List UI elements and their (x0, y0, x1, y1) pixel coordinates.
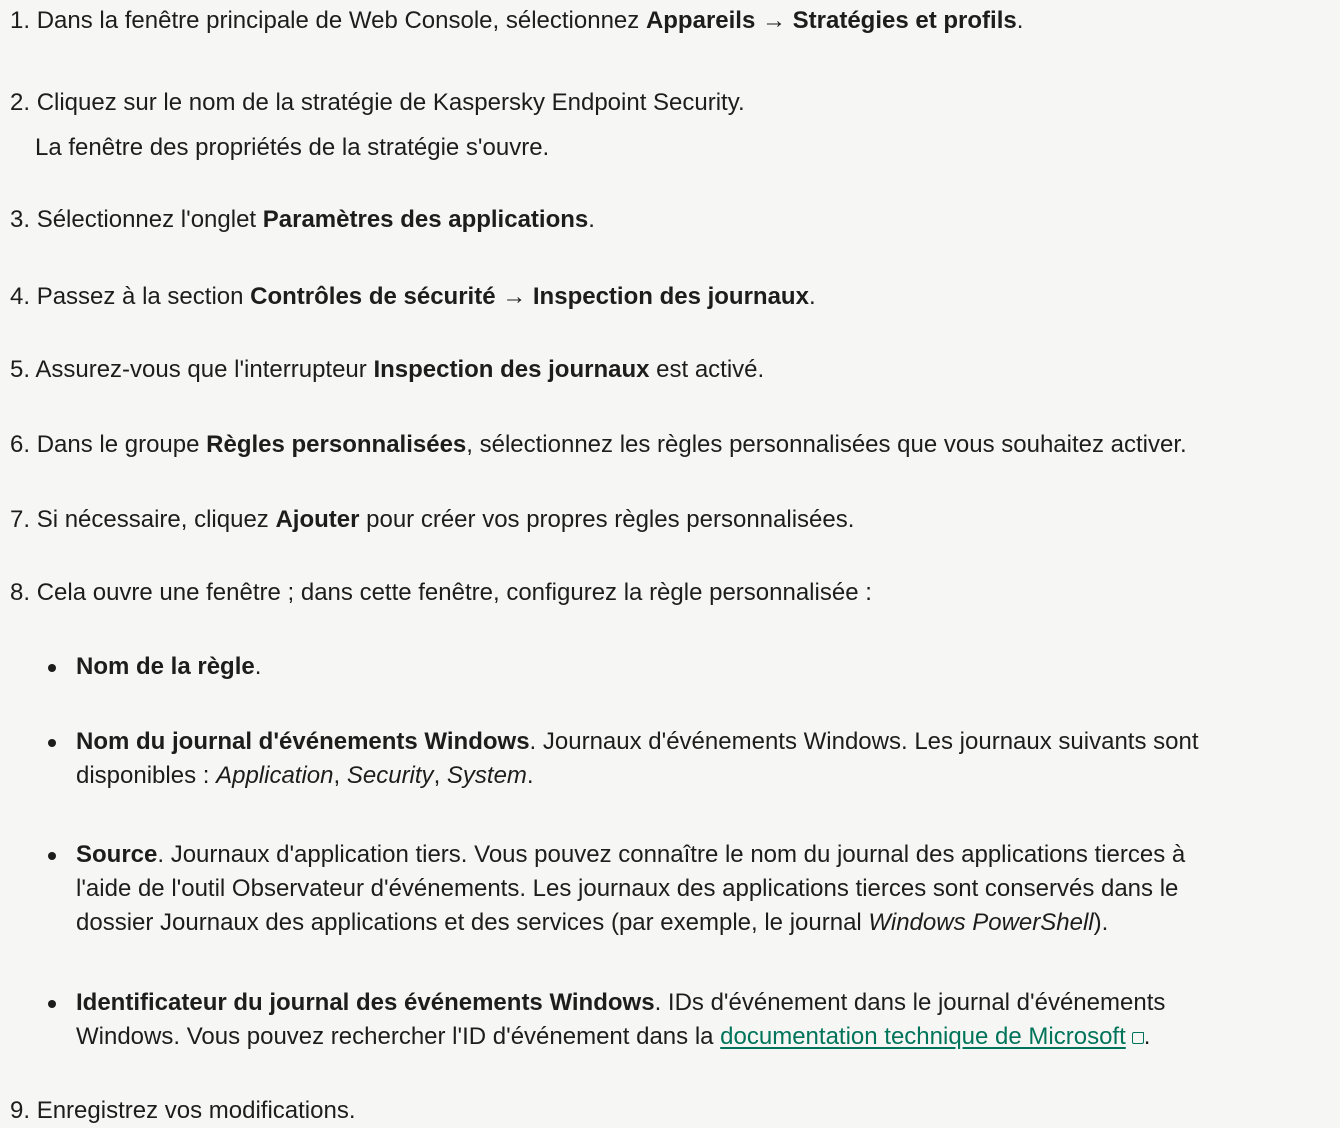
step-5: 5. Assurez-vous que l'interrupteur Inspe… (10, 356, 765, 383)
subsection-name: Inspection des journaux (532, 283, 809, 310)
step-8: 8. Cela ouvre une fenêtre ; dans cette f… (10, 579, 872, 606)
add-button-name: Ajouter (275, 506, 360, 533)
step-1: 1. Dans la fenêtre principale de Web Con… (10, 7, 1024, 34)
section-name: Contrôles de sécurité (250, 283, 496, 310)
bullet-dot (48, 852, 56, 860)
step-9: 9. Enregistrez vos modifications. (10, 1097, 356, 1124)
list-item-event-log-name: Nom du journal d'événements Windows. Jou… (48, 725, 1338, 793)
list-item-source: Source. Journaux d'application tiers. Vo… (48, 838, 1338, 940)
bullet-dot (48, 739, 56, 747)
microsoft-docs-link[interactable]: documentation technique de Microsoft (720, 1023, 1126, 1050)
procedure-page: 1. Dans la fenêtre principale de Web Con… (0, 0, 1340, 1124)
list-item-rule-name: Nom de la règle. (48, 650, 1338, 684)
step-4: 4. Passez à la section Contrôles de sécu… (10, 283, 816, 310)
menu-path: Appareils → Stratégies et profils (645, 7, 1017, 34)
bullet-dot (48, 1000, 56, 1008)
step-7: 7. Si nécessaire, cliquez Ajouter pour c… (10, 506, 855, 533)
bullet-dot (48, 664, 56, 672)
external-link-icon (1131, 1032, 1144, 1044)
tab-name: Paramètres des applications (262, 206, 589, 233)
step-2: 2. Cliquez sur le nom de la stratégie de… (10, 89, 745, 116)
group-name: Règles personnalisées (206, 431, 467, 458)
step-2-result: La fenêtre des propriétés de la stratégi… (35, 134, 550, 161)
step-6: 6. Dans le groupe Règles personnalisées,… (10, 431, 1187, 458)
toggle-name: Inspection des journaux (373, 356, 650, 383)
step-3: 3. Sélectionnez l'onglet Paramètres des … (10, 206, 595, 233)
list-item-event-id: Identificateur du journal des événements… (48, 986, 1338, 1054)
